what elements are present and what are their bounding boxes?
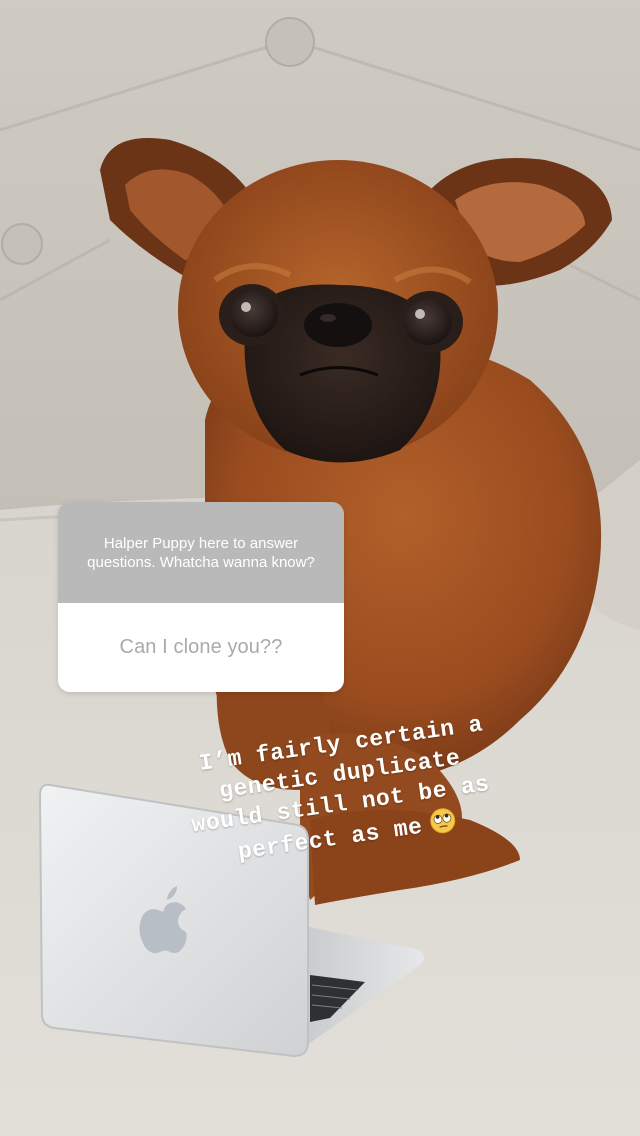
question-answer: Can I clone you?? [58, 603, 344, 692]
question-sticker[interactable]: Halper Puppy here to answer questions. W… [58, 502, 344, 692]
question-prompt: Halper Puppy here to answer questions. W… [58, 502, 344, 603]
rolling-eyes-emoji-icon [430, 808, 456, 834]
